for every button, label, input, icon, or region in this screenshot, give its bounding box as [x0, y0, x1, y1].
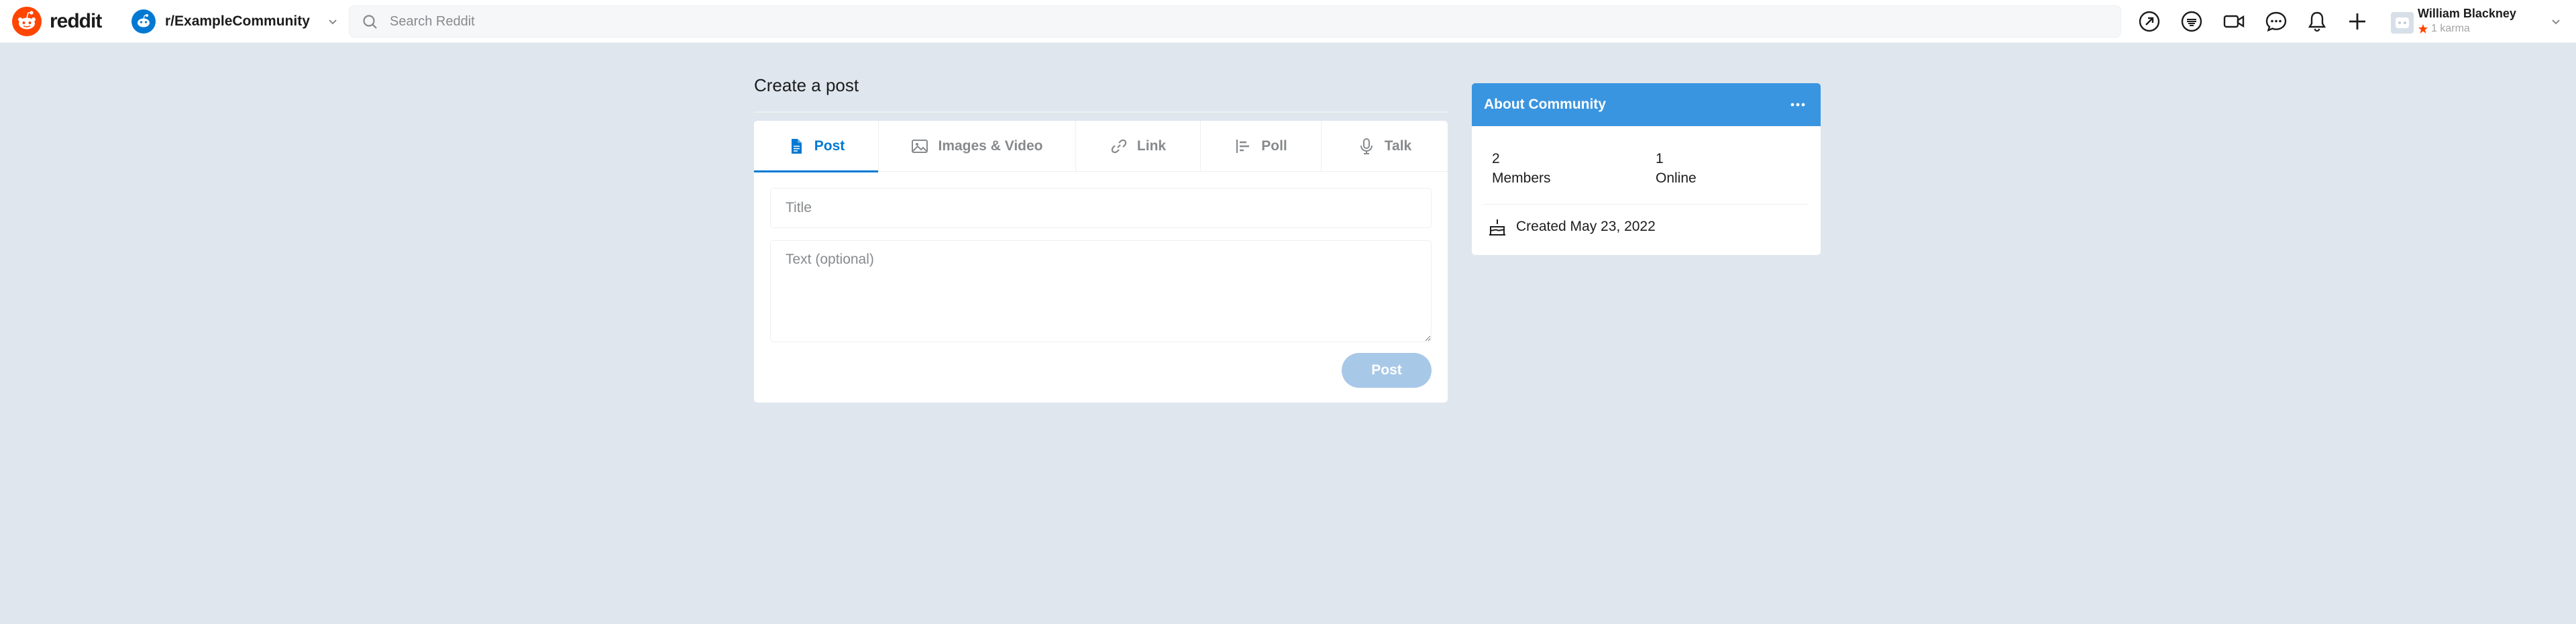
members-stat: 2 Members [1492, 149, 1551, 188]
search-bar [349, 5, 2121, 38]
more-options-icon[interactable] [1788, 98, 1807, 111]
reddit-home-link[interactable]: reddit [12, 5, 102, 38]
search-icon [363, 15, 377, 29]
karma-count: 1 karma [2431, 23, 2470, 34]
reddit-logo-icon [12, 7, 42, 36]
karma-row: 1 karma [2418, 23, 2470, 35]
chat-icon[interactable] [2264, 9, 2288, 34]
karma-icon [2418, 24, 2428, 34]
popular-icon[interactable] [2137, 9, 2161, 34]
title-divider [754, 111, 1448, 113]
user-avatar-icon [2391, 12, 2414, 34]
username: William Blackney [2418, 7, 2516, 20]
current-community-label: r/ExampleCommunity [165, 13, 310, 29]
about-community-title: About Community [1484, 97, 1606, 112]
tab-talk[interactable]: Talk [1322, 121, 1448, 172]
post-body-textarea[interactable] [770, 240, 1432, 342]
post-type-tabs: Post Images & Video Link Poll Talk [754, 121, 1448, 172]
created-row: Created May 23, 2022 [1488, 217, 1656, 236]
user-menu[interactable]: William Blackney 1 karma [2388, 5, 2563, 38]
tab-images-video-label: Images & Video [938, 138, 1043, 154]
create-post-plus-icon[interactable] [2345, 9, 2369, 34]
about-community-card: About Community 2 Members 1 Online Creat… [1472, 83, 1821, 255]
search-input[interactable] [390, 6, 2107, 37]
top-header: reddit r/ExampleCommunity Search Reddit … [0, 0, 2576, 43]
online-stat: 1 Online [1656, 149, 1697, 188]
create-post-card: Post Images & Video Link Poll Talk Title… [754, 121, 1448, 403]
notification-bell-icon[interactable] [2305, 9, 2329, 34]
about-divider [1484, 204, 1809, 205]
logo-wordmark: reddit [50, 10, 102, 32]
tab-link-label: Link [1136, 138, 1167, 154]
community-switcher[interactable]: r/ExampleCommunity [131, 8, 339, 35]
online-count: 1 [1656, 151, 1664, 166]
tab-images-video[interactable]: Images & Video [879, 121, 1076, 172]
submit-post-button[interactable]: Post [1342, 353, 1432, 388]
post-title-input[interactable] [770, 188, 1432, 228]
page-title: Create a post [754, 75, 859, 95]
link-icon [1111, 139, 1127, 154]
chevron-down-icon [329, 19, 337, 25]
post-icon [791, 139, 802, 154]
members-count: 2 [1492, 151, 1500, 166]
about-community-header: About Community [1472, 83, 1821, 126]
created-date: Created May 23, 2022 [1516, 219, 1656, 234]
tab-link[interactable]: Link [1076, 121, 1201, 172]
tab-talk-label: Talk [1384, 138, 1412, 154]
image-icon [912, 140, 928, 153]
cake-icon [1489, 219, 1505, 236]
tab-poll-label: Poll [1261, 138, 1287, 154]
chevron-down-icon [2552, 19, 2560, 25]
video-icon[interactable] [2222, 9, 2246, 34]
coins-icon[interactable] [2180, 9, 2204, 34]
members-label: Members [1492, 170, 1551, 186]
poll-icon [1236, 140, 1250, 153]
community-avatar-icon [131, 9, 156, 34]
tab-post[interactable]: Post [754, 121, 879, 172]
microphone-icon [1360, 138, 1373, 154]
online-label: Online [1656, 170, 1697, 186]
tab-poll[interactable]: Poll [1201, 121, 1322, 172]
tab-post-label: Post [814, 138, 845, 154]
